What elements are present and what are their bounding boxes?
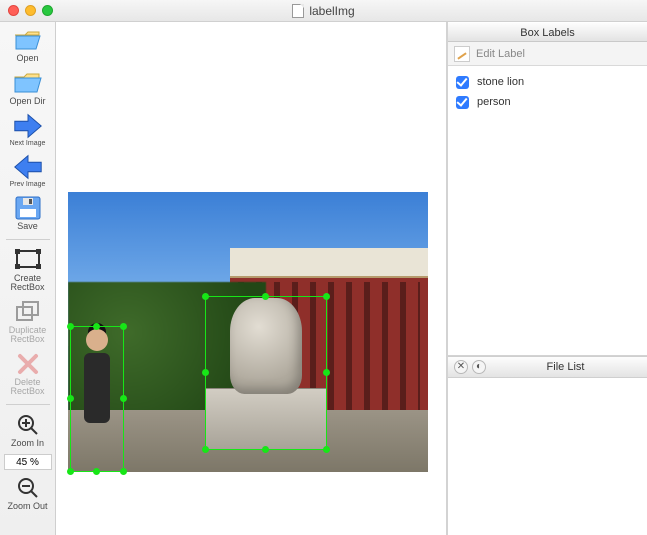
label-item[interactable]: person [456,92,639,112]
prev-image-label: Prev Image [10,181,46,188]
labels-list[interactable]: stone lion person [448,66,647,356]
window-title-text: labelImg [309,4,354,18]
file-list[interactable] [448,378,647,535]
left-toolbar: Open Open Dir Next Image Prev Image Save [0,22,56,535]
duplicate-rectbox-label: Duplicate RectBox [9,326,47,344]
create-rectbox-label: Create RectBox [10,274,44,292]
label-text: stone lion [477,76,524,88]
checkbox-icon[interactable] [456,76,469,89]
label-text: person [477,96,511,108]
next-image-button[interactable]: Next Image [2,112,54,147]
zoom-out-label: Zoom Out [7,502,47,511]
right-panel: Box Labels Edit Label stone lion person … [447,22,647,535]
open-button[interactable]: Open [2,26,54,63]
label-item[interactable]: stone lion [456,72,639,92]
save-label: Save [17,222,38,231]
titlebar: labelImg [0,0,647,22]
bbox-stone-lion[interactable] [205,296,327,450]
arrow-right-icon [11,112,45,140]
box-labels-header-text: Box Labels [520,27,574,39]
delete-rectbox-button: Delete RectBox [2,350,54,396]
image-canvas[interactable] [56,22,447,535]
edit-label-button[interactable]: Edit Label [448,42,647,66]
delete-x-icon [11,350,45,378]
rect-duplicate-icon [11,298,45,326]
zoom-in-label: Zoom In [11,439,44,448]
zoom-value-field[interactable]: 45 % [4,454,52,470]
window-title: labelImg [0,4,647,18]
bbox-person[interactable] [70,326,124,472]
zoom-in-button[interactable]: Zoom In [2,411,54,448]
folder-dir-icon [11,69,45,97]
edit-label-text: Edit Label [476,48,525,60]
prev-image-button[interactable]: Prev Image [2,153,54,188]
checkbox-icon[interactable] [456,96,469,109]
floppy-save-icon [11,194,45,222]
arrow-left-icon [11,153,45,181]
close-panel-button[interactable]: ✕ [454,360,468,374]
folder-open-icon [11,26,45,54]
delete-rectbox-label: Delete RectBox [10,378,44,396]
zoom-out-button[interactable]: Zoom Out [2,474,54,511]
zoom-in-icon [11,411,45,439]
next-image-label: Next Image [10,140,46,147]
zoom-out-icon [11,474,45,502]
rect-create-icon [11,246,45,274]
open-label: Open [16,54,38,63]
document-icon [292,4,304,18]
file-list-header-bar: ✕ ◐ File List [448,356,647,378]
pencil-icon [454,46,470,62]
undock-panel-button[interactable]: ◐ [472,360,486,374]
save-button[interactable]: Save [2,194,54,231]
file-list-header-text: File List [490,361,641,373]
open-dir-button[interactable]: Open Dir [2,69,54,106]
create-rectbox-button[interactable]: Create RectBox [2,246,54,292]
loaded-image [68,192,428,472]
zoom-value-text: 45 % [16,457,39,468]
open-dir-label: Open Dir [9,97,45,106]
duplicate-rectbox-button: Duplicate RectBox [2,298,54,344]
box-labels-header: Box Labels [448,22,647,42]
